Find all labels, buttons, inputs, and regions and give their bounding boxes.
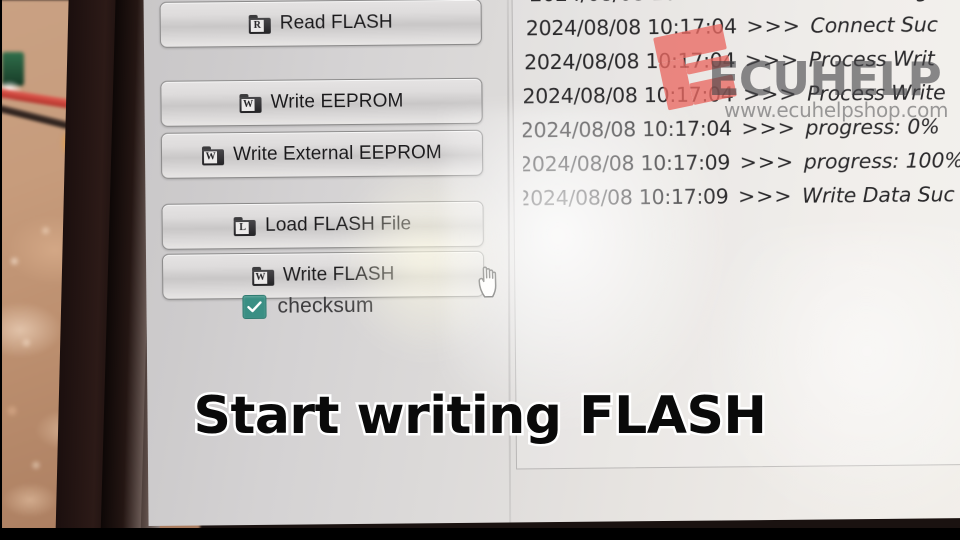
folder-w-icon: W [251, 266, 274, 286]
write-eeprom-button[interactable]: W Write EEPROM [160, 77, 483, 127]
video-caption: Start writing FLASH [191, 384, 769, 449]
check-icon [247, 301, 262, 313]
folder-l-icon: L [234, 216, 257, 236]
load-flash-file-label: Load FLASH File [265, 213, 412, 236]
checksum-checkbox[interactable] [242, 294, 267, 320]
application-screen: R Read FLASH W Write EEPROM W Write Exte… [143, 0, 960, 526]
log-line: 2024/08/08 10:17:09 >>> Write Data Suc [521, 182, 955, 211]
log-line: 2024/08/08 10:17:04 >>> Unlock Regi [529, 0, 934, 6]
write-flash-label: Write FLASH [282, 263, 395, 286]
read-flash-label: Read FLASH [279, 11, 393, 34]
checksum-checkbox-row[interactable]: checksum [242, 293, 374, 320]
write-flash-button[interactable]: W Write FLASH [161, 250, 485, 300]
video-frame: R Read FLASH W Write EEPROM W Write Exte… [0, 0, 960, 540]
log-line: 2024/08/08 10:17:04 >>> Process Writ [524, 46, 935, 75]
log-output-panel[interactable]: Command 2024/08/08 10:17:04 >>> Unlock R… [521, 0, 960, 230]
log-line: 2024/08/08 10:17:04 >>> progress: 0% [521, 114, 940, 143]
log-line: 2024/08/08 10:17:04 >>> Connect Suc [525, 12, 939, 41]
log-line: 2024/08/08 10:17:04 >>> Process Write [522, 80, 946, 109]
log-line: 2024/08/08 10:17:09 >>> progress: 100% [521, 148, 960, 177]
folder-r-icon: R [248, 14, 271, 34]
read-flash-button[interactable]: R Read FLASH [159, 0, 482, 48]
write-external-eeprom-label: Write External EEPROM [233, 142, 442, 166]
folder-w-icon: W [202, 145, 225, 165]
letterbox-bottom [0, 528, 960, 540]
folder-w-icon: W [239, 93, 262, 113]
letterbox-left [0, 0, 2, 540]
write-external-eeprom-button[interactable]: W Write External EEPROM [160, 129, 484, 179]
load-flash-file-button[interactable]: L Load FLASH File [161, 200, 484, 250]
checksum-label: checksum [277, 293, 374, 318]
write-eeprom-label: Write EEPROM [270, 90, 404, 113]
mouse-cursor-pointing-hand [476, 263, 503, 298]
